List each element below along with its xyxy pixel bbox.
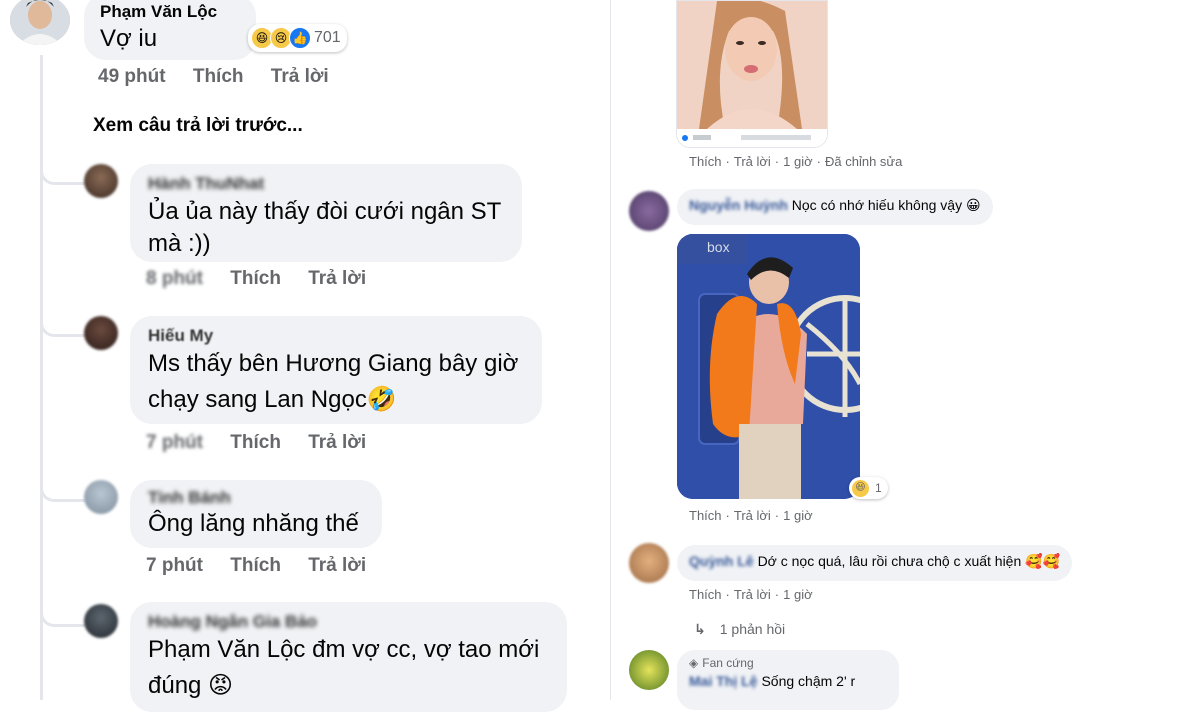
reply-text-line-1: Ủa ủa này thấy đòi cưới ngân ST: [148, 198, 502, 225]
reaction-summary-c2[interactable]: 😆 1: [849, 477, 888, 499]
reply-author[interactable]: Tinh Bánh: [148, 488, 364, 508]
like-link[interactable]: Thích: [193, 66, 244, 88]
reply-bubble-4: Hoàng Ngân Gia Bảo Phạm Văn Lộc đm vợ cc…: [130, 602, 567, 712]
reaction-count: 701: [314, 29, 341, 46]
reaction-count: 1: [875, 481, 882, 495]
fan-badge: ◈ Fan cứng: [689, 656, 887, 670]
edited-label: Đã chỉnh sửa: [824, 154, 903, 169]
man-photo-image: box: [677, 234, 860, 499]
avatar-reply-2[interactable]: [84, 316, 118, 350]
comment-actions-c3: Thích · Trả lời · 1 giờ: [689, 587, 813, 602]
comment-author[interactable]: Nguyễn Huỳnh: [689, 197, 788, 213]
like-icon: 👍: [289, 27, 311, 49]
avatar-nguyen-huynh[interactable]: [629, 191, 669, 231]
reply-author[interactable]: Hiếu My: [148, 326, 524, 346]
view-replies-label: 1 phản hồi: [719, 621, 786, 637]
comment-time[interactable]: 8 phút: [146, 268, 203, 290]
avatar-reply-1[interactable]: [84, 164, 118, 198]
panel-divider: [610, 0, 611, 700]
avatar-mai-thi-le[interactable]: [629, 650, 669, 690]
reply-bubble-3: Tinh Bánh Ông lăng nhăng thế: [130, 480, 382, 548]
reply-text-line-1: Ông lăng nhăng thế: [148, 510, 359, 537]
avatar-reply-4[interactable]: [84, 604, 118, 638]
reply-link[interactable]: Trả lời: [308, 555, 366, 577]
comment-text: Dớ c nọc quá, lâu rồi chưa chộ c xuất hi…: [757, 553, 1061, 569]
reply-author[interactable]: Hoàng Ngân Gia Bảo: [148, 612, 549, 632]
fan-badge-label: Fan cứng: [702, 656, 754, 670]
reply-actions-3: 7 phút Thích Trả lời: [146, 555, 388, 577]
globe-icon: ◈: [689, 656, 699, 670]
reply-text-line-1: Phạm Văn Lộc đm vợ cc, vợ tao mới: [148, 636, 540, 663]
avatar-reply-3[interactable]: [84, 480, 118, 514]
reply-link[interactable]: Trả lời: [734, 154, 771, 169]
comment-bubble-c4: ◈ Fan cứng Mai Thị Lệ Sống chậm 2' r: [677, 650, 899, 710]
comment-bubble-top: Phạm Văn Lộc Vợ iu: [84, 0, 256, 60]
reply-text-line-2: chạy sang Lan Ngọc🤣: [148, 386, 397, 413]
comment-time[interactable]: 1 giờ: [783, 508, 813, 523]
photo-sign-text: box: [707, 239, 730, 255]
thread-branch: [40, 600, 85, 627]
haha-icon: 😆: [851, 478, 870, 498]
reply-text-line-2: đúng 😡: [148, 672, 234, 699]
comment-author[interactable]: Quỳnh Lê: [689, 553, 754, 569]
reply-text-line-1: Ms thấy bên Hương Giang bây giờ: [148, 350, 519, 377]
comment-actions-c1: Thích · Trả lời · 1 giờ · Đã chỉnh sửa: [689, 154, 903, 169]
comment-photo-1[interactable]: [676, 0, 828, 148]
comment-actions-c2: Thích · Trả lời · 1 giờ: [689, 508, 813, 523]
avatar-quynh-le[interactable]: [629, 543, 669, 583]
like-link[interactable]: Thích: [689, 154, 722, 169]
reply-link[interactable]: Trả lời: [308, 432, 366, 454]
reply-actions-1: 8 phút Thích Trả lời: [146, 268, 388, 290]
like-link[interactable]: Thích: [689, 508, 722, 523]
reply-actions-2: 7 phút Thích Trả lời: [146, 432, 388, 454]
comment-time[interactable]: 49 phút: [98, 66, 166, 88]
comment-text: Sống chậm 2' r: [761, 673, 856, 689]
comment-actions-top: 49 phút Thích Trả lời: [98, 66, 351, 88]
like-link[interactable]: Thích: [689, 587, 722, 602]
like-link[interactable]: Thích: [230, 268, 281, 290]
comment-text: Nọc có nhớ hiếu không vậy 😀: [791, 197, 981, 213]
avatar-pham-van-loc[interactable]: [10, 0, 70, 45]
thread-branch: [40, 475, 85, 502]
comment-photo-2[interactable]: box: [677, 234, 860, 499]
see-previous-replies[interactable]: Xem câu trả lời trước...: [93, 115, 303, 137]
reply-bubble-2: Hiếu My Ms thấy bên Hương Giang bây giờ …: [130, 316, 542, 424]
comment-bubble-c2: Nguyễn Huỳnh Nọc có nhớ hiếu không vậy 😀: [677, 189, 993, 225]
comment-time[interactable]: 7 phút: [146, 555, 203, 577]
reply-link[interactable]: Trả lời: [734, 508, 771, 523]
reply-link[interactable]: Trả lời: [734, 587, 771, 602]
view-replies-link[interactable]: ↳ 1 phản hồi: [694, 621, 785, 638]
comment-author[interactable]: Mai Thị Lệ: [689, 673, 757, 689]
reply-link[interactable]: Trả lời: [308, 268, 366, 290]
reply-link[interactable]: Trả lời: [271, 66, 329, 88]
comment-text: Vợ iu: [100, 25, 158, 52]
reply-bubble-1: Hành ThuNhat Ủa ủa này thấy đòi cưới ngâ…: [130, 164, 522, 262]
avatar-image: [10, 0, 70, 45]
comment-time[interactable]: 1 giờ: [783, 154, 813, 169]
woman-photo-image: [677, 1, 827, 147]
reply-text-line-2: mà :)): [148, 230, 211, 257]
like-link[interactable]: Thích: [230, 555, 281, 577]
like-link[interactable]: Thích: [230, 432, 281, 454]
comment-author[interactable]: Phạm Văn Lộc: [100, 2, 240, 22]
comment-time[interactable]: 7 phút: [146, 432, 203, 454]
thread-branch: [40, 310, 85, 337]
comment-time[interactable]: 1 giờ: [783, 587, 813, 602]
reaction-summary[interactable]: 😆 😢 👍 701: [248, 24, 347, 52]
reply-author[interactable]: Hành ThuNhat: [148, 174, 504, 194]
reply-arrow-icon: ↳: [694, 621, 706, 637]
comment-bubble-c3: Quỳnh Lê Dớ c nọc quá, lâu rồi chưa chộ c…: [677, 545, 1073, 581]
thread-branch: [40, 158, 85, 185]
